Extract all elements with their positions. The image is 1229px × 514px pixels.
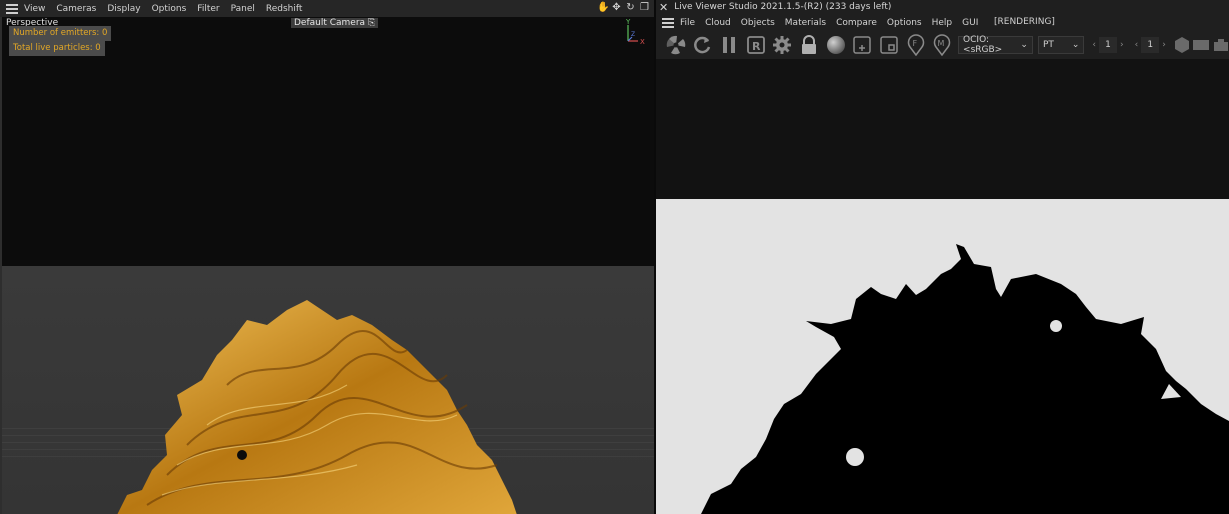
viewport-nav-icons: ✋ ✥ ↻ ❐ — [597, 2, 650, 13]
axis-gizmo-icon: Y X Z — [625, 18, 645, 46]
menu-options[interactable]: Options — [152, 4, 187, 14]
menu-objects[interactable]: Objects — [741, 18, 775, 28]
camera-icon: ⎘ — [367, 18, 376, 28]
menu-gui[interactable]: GUI — [962, 18, 978, 28]
hamburger-menu-icon[interactable] — [6, 4, 18, 14]
film-icon[interactable] — [1193, 34, 1211, 56]
stepper-a-decrement[interactable]: ‹ — [1089, 40, 1099, 50]
gold-object-preview — [117, 300, 517, 514]
menu-redshift[interactable]: Redshift — [266, 4, 303, 14]
stepper-b-increment[interactable]: › — [1159, 40, 1169, 50]
render-silhouette — [701, 244, 1229, 514]
stepper-b-decrement[interactable]: ‹ — [1132, 40, 1142, 50]
menu-panel[interactable]: Panel — [231, 4, 255, 14]
menu-cloud[interactable]: Cloud — [705, 18, 731, 28]
menu-help[interactable]: Help — [932, 18, 953, 28]
m-pin-icon[interactable]: M — [931, 34, 953, 56]
menu-options[interactable]: Options — [887, 18, 922, 28]
axis-z-label: Z — [631, 31, 635, 38]
stepper-b-value[interactable]: 1 — [1141, 37, 1160, 53]
chevron-down-icon: ⌄ — [1020, 40, 1028, 50]
pause-icon[interactable] — [718, 34, 740, 56]
rotate-icon[interactable]: ↻ — [625, 2, 636, 13]
settings-gear-icon[interactable] — [772, 34, 794, 56]
axis-y-label: Y — [625, 18, 631, 26]
hud-particles: Total live particles: 0 — [9, 41, 105, 56]
live-viewer-panel: ✕ Live Viewer Studio 2021.1.5-(R2) (233 … — [656, 0, 1229, 514]
pick-focus-icon[interactable] — [878, 34, 900, 56]
menu-cameras[interactable]: Cameras — [56, 4, 96, 14]
menu-file[interactable]: File — [680, 18, 695, 28]
maximize-icon[interactable]: ❐ — [639, 2, 650, 13]
stepper-b: ‹ 1 › — [1132, 36, 1169, 54]
move-arrows-icon[interactable]: ✥ — [611, 2, 622, 13]
hud-emitters: Number of emitters: 0 — [9, 26, 112, 41]
svg-text:M: M — [938, 39, 945, 48]
svg-text:F: F — [912, 39, 917, 48]
ocio-value: OCIO:<sRGB> — [963, 35, 1003, 55]
render-status: [RENDERING] — [994, 17, 1055, 27]
live-viewer-menubar: File Cloud Objects Materials Compare Opt… — [656, 14, 1229, 31]
window-title: Live Viewer Studio 2021.1.5-(R2) (233 da… — [674, 2, 892, 12]
lock-icon[interactable] — [798, 34, 820, 56]
r-region-icon[interactable]: R — [745, 34, 767, 56]
axis-x-label: X — [640, 38, 645, 46]
menu-materials[interactable]: Materials — [785, 18, 826, 28]
camera-selector[interactable]: Default Camera ⎘ — [291, 18, 379, 28]
camera-label: Default Camera — [294, 18, 366, 28]
chevron-down-icon: ⌄ — [1071, 40, 1080, 50]
add-region-icon[interactable] — [851, 34, 873, 56]
stepper-a-increment[interactable]: › — [1117, 40, 1127, 50]
restart-icon[interactable] — [692, 34, 714, 56]
stepper-a: ‹ 1 › — [1089, 36, 1126, 54]
svg-text:R: R — [752, 40, 761, 53]
menu-compare[interactable]: Compare — [836, 18, 877, 28]
hexagon-icon[interactable] — [1174, 34, 1190, 56]
pan-hand-icon[interactable]: ✋ — [597, 2, 609, 13]
stepper-a-value[interactable]: 1 — [1098, 37, 1117, 53]
ocio-select[interactable]: OCIO:<sRGB> ⌄ — [958, 35, 1033, 55]
kernel-select[interactable]: PT ⌄ — [1037, 36, 1085, 54]
render-viewport[interactable] — [656, 59, 1229, 514]
close-icon[interactable]: ✕ — [659, 1, 668, 14]
hamburger-menu-icon[interactable] — [662, 18, 674, 28]
f-pin-icon[interactable]: F — [905, 34, 927, 56]
kernel-value: PT — [1042, 40, 1054, 50]
viewport-menubar: View Cameras Display Options Filter Pane… — [0, 0, 654, 17]
viewport-canvas[interactable]: Perspective Default Camera ⎘ Number of e… — [2, 17, 654, 514]
menu-display[interactable]: Display — [107, 4, 140, 14]
octane-fan-icon[interactable] — [665, 34, 687, 56]
menu-view[interactable]: View — [24, 4, 45, 14]
live-viewer-titlebar: ✕ Live Viewer Studio 2021.1.5-(R2) (233 … — [656, 0, 1229, 14]
sphere-material-icon[interactable] — [825, 34, 847, 56]
live-viewer-toolbar: R F M OCIO:<sRGB> ⌄ PT ⌄ ‹ 1 › ‹ 1 › — [656, 31, 1229, 59]
menu-filter[interactable]: Filter — [197, 4, 219, 14]
render-output — [656, 199, 1229, 514]
c4d-viewport-panel: View Cameras Display Options Filter Pane… — [0, 0, 654, 514]
camera-icon[interactable] — [1213, 34, 1229, 56]
